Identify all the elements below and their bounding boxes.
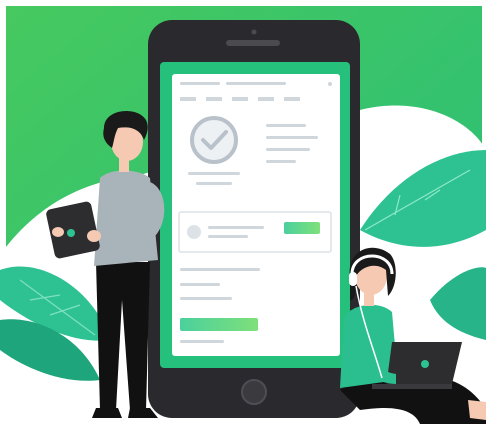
- close-icon[interactable]: [328, 82, 332, 86]
- header-line: [180, 82, 220, 85]
- nav-tab[interactable]: [180, 97, 196, 101]
- form-line: [180, 297, 232, 300]
- caption-line: [188, 172, 240, 175]
- caption-line: [196, 182, 232, 185]
- footer-line: [180, 340, 224, 343]
- home-button-icon[interactable]: [241, 379, 267, 405]
- woman-foot: [468, 400, 486, 420]
- nav-tab[interactable]: [232, 97, 248, 101]
- man-hand: [52, 227, 64, 237]
- confirm-button[interactable]: [180, 318, 258, 331]
- detail-line: [266, 148, 310, 151]
- form-line: [180, 283, 220, 286]
- checkmark-circle-icon: [190, 116, 238, 164]
- phone-speaker: [226, 40, 280, 46]
- illustration-frame: [0, 0, 486, 432]
- man-shoe: [92, 408, 122, 418]
- phone-camera: [251, 29, 257, 35]
- payment-success-illustration: [0, 6, 486, 432]
- row-action-button[interactable]: [284, 222, 320, 234]
- nav-tab[interactable]: [284, 97, 300, 101]
- detail-line: [266, 136, 318, 139]
- nav-tab[interactable]: [258, 97, 274, 101]
- detail-line: [266, 124, 306, 127]
- smartphone: [148, 20, 360, 418]
- header-line: [226, 82, 286, 85]
- form-line: [180, 268, 260, 271]
- nav-tab[interactable]: [206, 97, 222, 101]
- radio-icon[interactable]: [187, 225, 201, 239]
- detail-line: [266, 160, 296, 163]
- man-hand: [87, 230, 101, 242]
- row-line: [208, 226, 264, 229]
- row-line: [208, 235, 248, 238]
